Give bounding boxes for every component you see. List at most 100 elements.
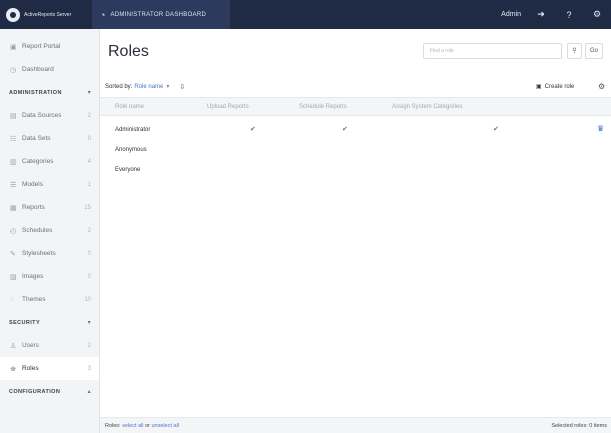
sidebar-item-count: 10 [84,296,91,303]
settings-gear-icon[interactable]: ⚙ [583,9,611,20]
sidebar-item-roles[interactable]: ♚ Roles 3 [0,357,99,380]
column-header-schedule-reports[interactable]: Schedule Reports [299,98,347,117]
list-icon: ☰ [10,181,17,189]
sidebar-item-count: 0 [87,273,91,280]
chevron-down-icon: ▾ [87,320,91,326]
sidebar-item-label: Reports [22,204,45,211]
top-bar: ActiveReports Server ◔ ADMINISTRATOR DAS… [0,0,611,29]
sidebar-item-users[interactable]: ♙ Users 2 [0,334,99,357]
roles-icon: ♚ [10,365,17,373]
selection-footer: Roles: select all or unselect all Select… [100,417,611,433]
search-icon: ⚲ [572,48,577,54]
sidebar-item-categories[interactable]: ▥ Categories 4 [0,150,99,173]
toolbar: Sorted by: Role name ▾ ⇩ ▣ Create role ⚙ [100,78,611,95]
unselect-all-link[interactable]: unselect all [151,423,179,429]
sidebar-item-label: Themes [22,296,46,303]
sort-label: Sorted by: [105,83,133,90]
footer-prefix: Roles: [105,422,121,429]
go-button[interactable]: Go [585,43,603,59]
sidebar: ▣ Report Portal ◷ Dashboard ADMINISTRATI… [0,29,100,433]
page-title: Roles [108,43,149,60]
sidebar-item-count: 4 [87,158,91,165]
chevron-up-icon: ▴ [87,389,91,395]
sidebar-item-reports[interactable]: ▦ Reports 15 [0,196,99,219]
sidebar-item-data-sets[interactable]: ☷ Data Sets 0 [0,127,99,150]
sidebar-item-data-sources[interactable]: ▤ Data Sources 2 [0,104,99,127]
sidebar-item-dashboard[interactable]: ◷ Dashboard [0,58,99,81]
portal-icon: ▣ [10,43,17,51]
edit-role-icon[interactable]: ♛ [597,124,608,135]
chevron-down-icon: ▾ [87,90,91,96]
sidebar-item-count: 1 [87,181,91,188]
brush-icon: ✎ [10,250,16,258]
brand-name: ActiveReports Server [24,11,72,18]
database-icon: ▤ [10,112,17,120]
clock-icon: ◴ [10,227,17,235]
checkmark-icon: ✔ [250,126,256,133]
sidebar-item-count: 2 [87,227,91,234]
export-icon[interactable]: ⇩ [179,83,185,91]
sidebar-item-label: Report Portal [22,43,61,50]
sidebar-item-label: Categories [22,158,54,165]
user-icon: ♙ [10,342,17,350]
select-all-link[interactable]: select all [122,423,143,429]
sidebar-item-label: Images [22,273,44,280]
section-header-security[interactable]: SECURITY ▾ [0,311,99,334]
column-header-role-name[interactable]: Role name [115,98,144,117]
selected-count: Selected roles: 0 items [551,423,607,429]
checkmark-icon: ✔ [493,126,499,133]
create-role-button[interactable]: ▣ Create role [536,78,574,95]
main-content: Roles Find a role ⚲ Go Sorted by: Role n… [100,29,611,433]
dashboard-icon: ◷ [10,66,17,74]
theme-icon: ◌ [10,296,15,303]
sort-dropdown[interactable]: Role name [134,84,163,90]
sidebar-item-count: 0 [87,135,91,142]
sidebar-item-label: Users [22,342,39,349]
sidebar-item-images[interactable]: ▧ Images 0 [0,265,99,288]
column-header-upload-reports[interactable]: Upload Reports [207,98,249,117]
dashboard-gauge-icon: ◔ [100,9,106,20]
sidebar-item-models[interactable]: ☰ Models 1 [0,173,99,196]
cell-role-name: Administrator [115,127,151,133]
table-icon: ☷ [10,135,17,143]
sidebar-item-report-portal[interactable]: ▣ Report Portal [0,35,99,58]
cell-role-name: Anonymous [115,147,147,153]
search-input[interactable]: Find a role [423,43,562,59]
sidebar-item-schedules[interactable]: ◴ Schedules 2 [0,219,99,242]
section-header-label: SECURITY [9,319,41,326]
sidebar-item-stylesheets[interactable]: ✎ Stylesheets 0 [0,242,99,265]
image-icon: ▧ [10,273,17,281]
report-icon: ▦ [10,204,17,212]
table-row[interactable]: Administrator ✔ ✔ ✔ ♛ [100,120,611,140]
footer-or: or [145,422,150,429]
brand[interactable]: ActiveReports Server [0,0,92,29]
user-name[interactable]: Admin [501,11,521,18]
sidebar-item-count: 15 [84,204,91,211]
table-row[interactable]: Anonymous [100,140,611,160]
search-filter-button[interactable]: ⚲ [567,43,582,59]
sidebar-item-label: Models [22,181,43,188]
chevron-down-icon[interactable]: ▾ [166,83,169,90]
sidebar-item-count: 0 [87,250,91,257]
sidebar-item-themes[interactable]: ◌ Themes 10 [0,288,99,311]
sidebar-item-count: 3 [87,365,91,372]
sidebar-item-label: Data Sources [22,112,62,119]
create-role-label: Create role [544,83,575,90]
table-row[interactable]: Everyone [100,160,611,180]
tab-administrator-dashboard[interactable]: ◔ ADMINISTRATOR DASHBOARD [92,0,230,29]
column-header-assign-system-categories[interactable]: Assign System Categories [392,98,462,117]
tab-label: ADMINISTRATOR DASHBOARD [110,11,207,18]
section-header-label: ADMINISTRATION [9,89,62,96]
brand-logo-icon [6,7,20,22]
table-settings-icon[interactable]: ⚙ [598,78,605,95]
sidebar-item-label: Roles [22,365,39,372]
help-icon[interactable]: ? [555,10,583,20]
add-role-icon: ▣ [536,84,542,90]
section-header-label: CONFIGURATION [9,388,61,395]
sidebar-item-label: Dashboard [22,66,54,73]
sidebar-item-count: 2 [87,112,91,119]
section-header-administration[interactable]: ADMINISTRATION ▾ [0,81,99,104]
section-header-configuration[interactable]: CONFIGURATION ▴ [0,380,99,403]
checkmark-icon: ✔ [342,126,348,133]
sign-out-icon[interactable]: ➜ [527,9,555,20]
